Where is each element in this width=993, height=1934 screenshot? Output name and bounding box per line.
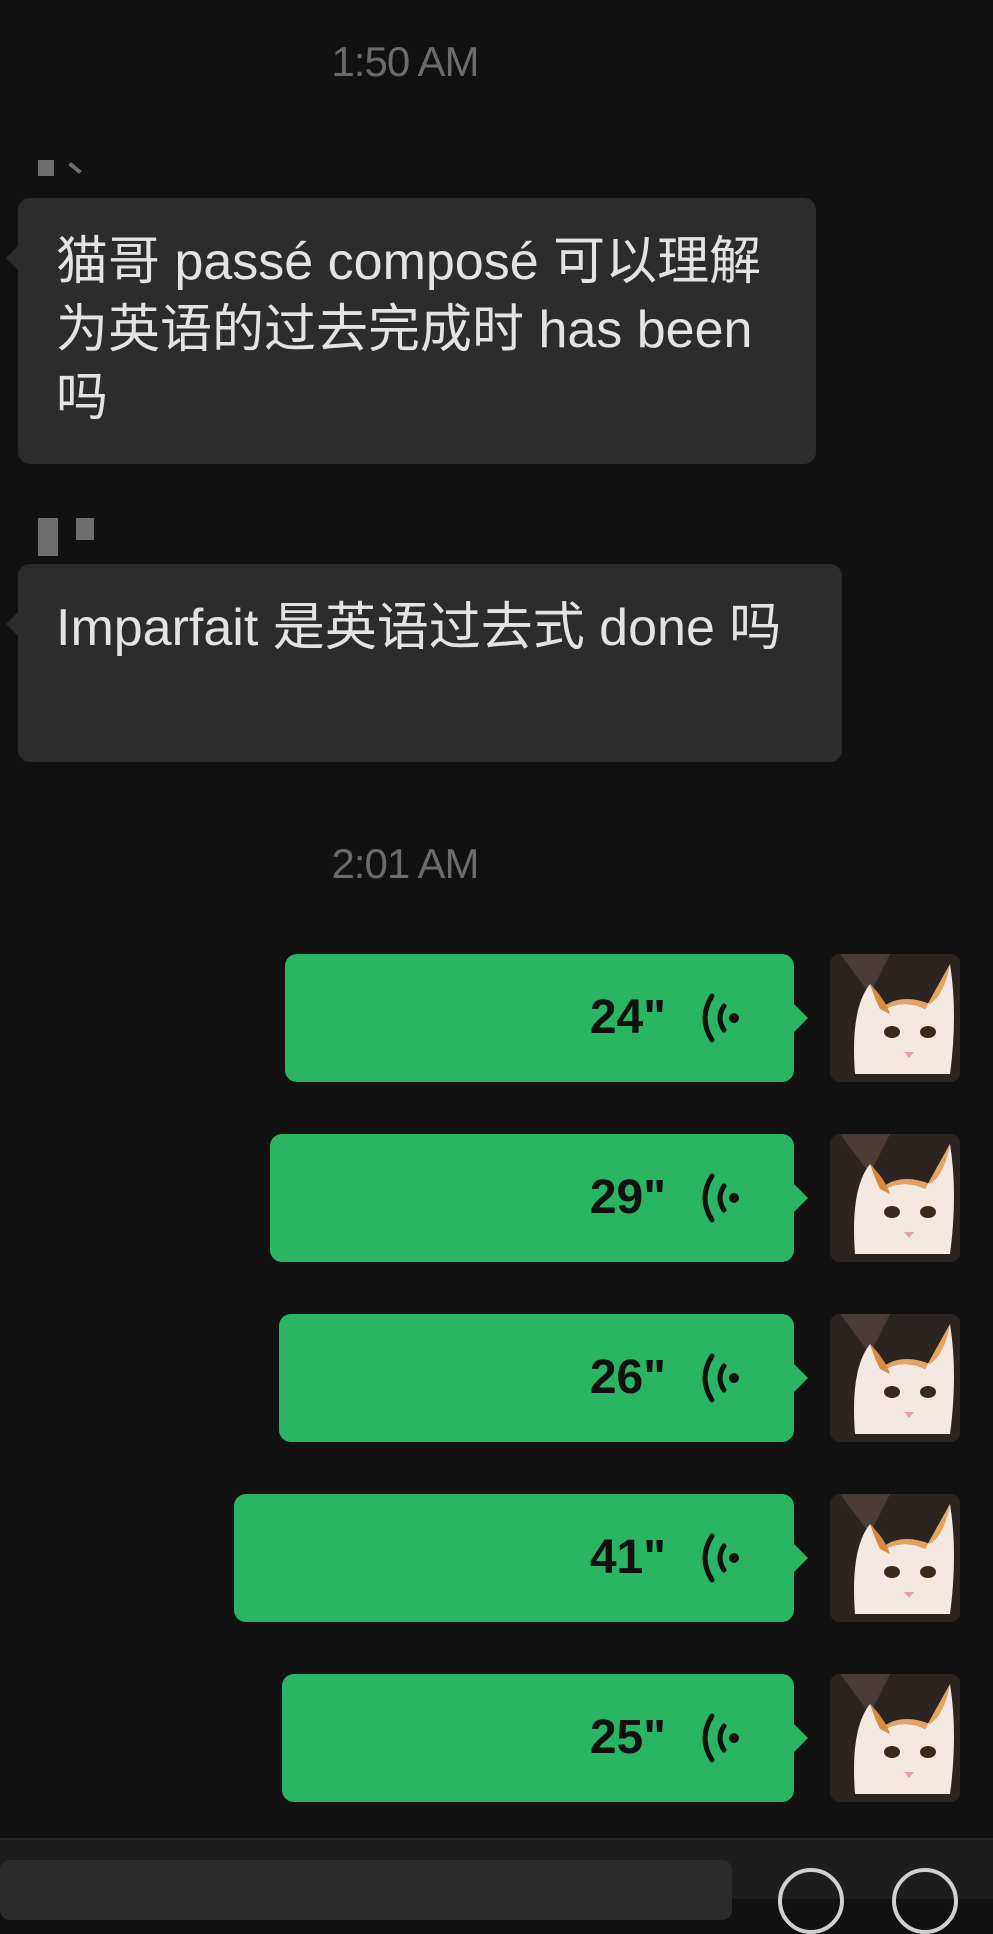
cat-avatar-image bbox=[830, 1134, 960, 1262]
cat-avatar-image bbox=[830, 954, 960, 1082]
voice-wave-icon bbox=[702, 1173, 739, 1223]
cat-avatar[interactable] bbox=[830, 1494, 960, 1622]
cat-avatar-image bbox=[830, 1674, 960, 1802]
cat-avatar-image bbox=[830, 1314, 960, 1442]
voice-duration: 25" bbox=[589, 1711, 666, 1764]
timestamp: 1:50 AM bbox=[331, 38, 479, 85]
message-input[interactable] bbox=[0, 1860, 732, 1920]
input-toolbar bbox=[0, 1838, 993, 1934]
message-text: Imparfait 是英语过去式 done 吗 bbox=[56, 599, 782, 657]
incoming-message[interactable]: 猫哥 passé composé 可以理解为英语的过去完成时 has been吗 bbox=[6, 198, 816, 464]
add-icon[interactable] bbox=[892, 1868, 958, 1934]
message-text: 猫哥 passé composé 可以理解为英语的过去完成时 has been吗 bbox=[56, 233, 762, 427]
timestamp: 2:01 AM bbox=[331, 840, 479, 887]
voice-duration: 24" bbox=[589, 991, 666, 1044]
cat-avatar-image bbox=[830, 1494, 960, 1622]
cat-avatar[interactable] bbox=[830, 1134, 960, 1262]
cat-avatar[interactable] bbox=[830, 1314, 960, 1442]
voice-duration: 29" bbox=[589, 1171, 666, 1224]
voice-duration: 26" bbox=[589, 1351, 666, 1404]
incoming-message[interactable]: Imparfait 是英语过去式 done 吗 bbox=[6, 564, 842, 762]
cat-avatar[interactable] bbox=[830, 954, 960, 1082]
voice-message-bubble[interactable]: 24" bbox=[285, 954, 808, 1082]
voice-wave-icon bbox=[702, 1533, 739, 1583]
voice-message-bubble[interactable]: 29" bbox=[270, 1134, 808, 1262]
cat-avatar[interactable] bbox=[830, 1674, 960, 1802]
voice-wave-icon bbox=[702, 1713, 739, 1763]
voice-message-bubble[interactable]: 41" bbox=[234, 1494, 808, 1622]
voice-message-bubble[interactable]: 25" bbox=[282, 1674, 808, 1802]
voice-message-bubble[interactable]: 26" bbox=[279, 1314, 808, 1442]
voice-duration: 41" bbox=[589, 1531, 666, 1584]
emoji-icon[interactable] bbox=[778, 1868, 844, 1934]
voice-wave-icon bbox=[702, 993, 739, 1043]
voice-wave-icon bbox=[702, 1353, 739, 1403]
sender-name-redacted bbox=[36, 158, 96, 198]
sender-name-redacted bbox=[36, 516, 106, 556]
